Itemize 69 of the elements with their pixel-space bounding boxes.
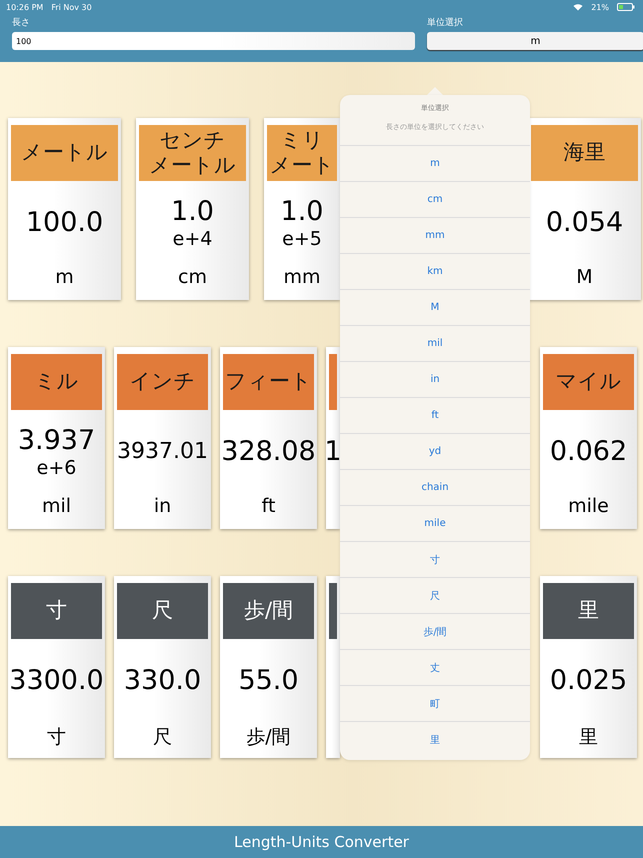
unit-option[interactable]: 寸 — [340, 541, 530, 577]
unit-symbol: 歩/間 — [246, 725, 291, 750]
unit-option[interactable]: chain — [340, 469, 530, 505]
unit-name: フィート — [225, 369, 312, 395]
converted-value: 328.08 — [221, 436, 316, 469]
unit-option[interactable]: yd — [340, 433, 530, 469]
converted-value: 1 — [326, 436, 340, 469]
unit-symbol: 尺 — [153, 725, 172, 750]
unit-option[interactable]: in — [340, 361, 530, 397]
unit-symbol: 寸 — [47, 725, 66, 750]
unit-select-button[interactable]: m — [427, 32, 643, 50]
unit-name: 寸 — [46, 598, 67, 624]
unit-name: インチ — [130, 369, 196, 395]
unit-option[interactable]: km — [340, 253, 530, 289]
converted-value: 3937.01 — [117, 439, 208, 466]
unit-option[interactable]: mil — [340, 325, 530, 361]
unit-name: ミリ — [280, 128, 324, 153]
converted-value: 0.054 — [546, 207, 624, 240]
status-date: Fri Nov 30 — [51, 2, 92, 12]
unit-symbol: m — [55, 266, 74, 290]
unit-name: 歩/間 — [244, 598, 294, 624]
length-label: 長さ — [12, 16, 31, 29]
converted-value: 0.062 — [550, 436, 628, 469]
unit-symbol: mile — [568, 495, 609, 519]
unit-option[interactable]: cm — [340, 181, 530, 217]
converted-value: 1.0 — [280, 196, 324, 228]
battery-level: 21% — [591, 2, 609, 12]
app-title: Length-Units Converter — [234, 833, 409, 851]
unit-option[interactable]: 丈 — [340, 649, 530, 685]
unit-symbol: cm — [178, 266, 207, 290]
converted-value: 3300.0 — [9, 665, 104, 698]
converted-value: 100.0 — [26, 207, 104, 240]
unit-option[interactable]: 尺 — [340, 577, 530, 613]
unit-name: ミル — [34, 369, 78, 395]
converted-value: 0.025 — [550, 665, 628, 698]
unit-option[interactable]: M — [340, 289, 530, 325]
unit-option[interactable]: 里 — [340, 721, 530, 757]
length-input[interactable]: 100 — [12, 32, 415, 50]
unit-symbol: ft — [262, 495, 276, 519]
value-exponent: e+4 — [172, 228, 212, 252]
unit-option[interactable]: 町 — [340, 685, 530, 721]
converted-value: 55.0 — [238, 665, 299, 698]
unit-symbol: 里 — [579, 725, 598, 750]
battery-icon — [617, 3, 635, 11]
unit-symbol: mm — [283, 266, 321, 290]
wifi-icon — [573, 3, 584, 11]
unit-name: センチ — [160, 128, 226, 153]
converted-value: 1.0 — [171, 196, 214, 228]
unit-option[interactable]: ft — [340, 397, 530, 433]
unit-name: 海里 — [564, 140, 606, 166]
converted-value: 330.0 — [124, 665, 202, 698]
value-exponent: e+6 — [36, 457, 76, 480]
unit-option[interactable]: mile — [340, 505, 530, 541]
unit-symbol: in — [154, 495, 172, 519]
unit-select-label: 単位選択 — [427, 16, 464, 29]
unit-name: マイル — [556, 369, 622, 395]
unit-option[interactable]: m — [340, 145, 530, 181]
unit-name: メートル — [21, 140, 108, 166]
unit-symbol: M — [576, 266, 593, 290]
unit-name: 尺 — [152, 598, 173, 624]
unit-name: メートル — [149, 153, 236, 178]
unit-name: 里 — [578, 598, 599, 624]
unit-name: メート — [270, 153, 334, 178]
unit-option[interactable]: mm — [340, 217, 530, 253]
unit-option[interactable]: 歩/間 — [340, 613, 530, 649]
value-exponent: e+5 — [282, 228, 322, 252]
converted-value: 3.937 — [18, 424, 96, 458]
unit-symbol: mil — [42, 495, 72, 519]
status-time: 10:26 PM — [6, 2, 44, 12]
